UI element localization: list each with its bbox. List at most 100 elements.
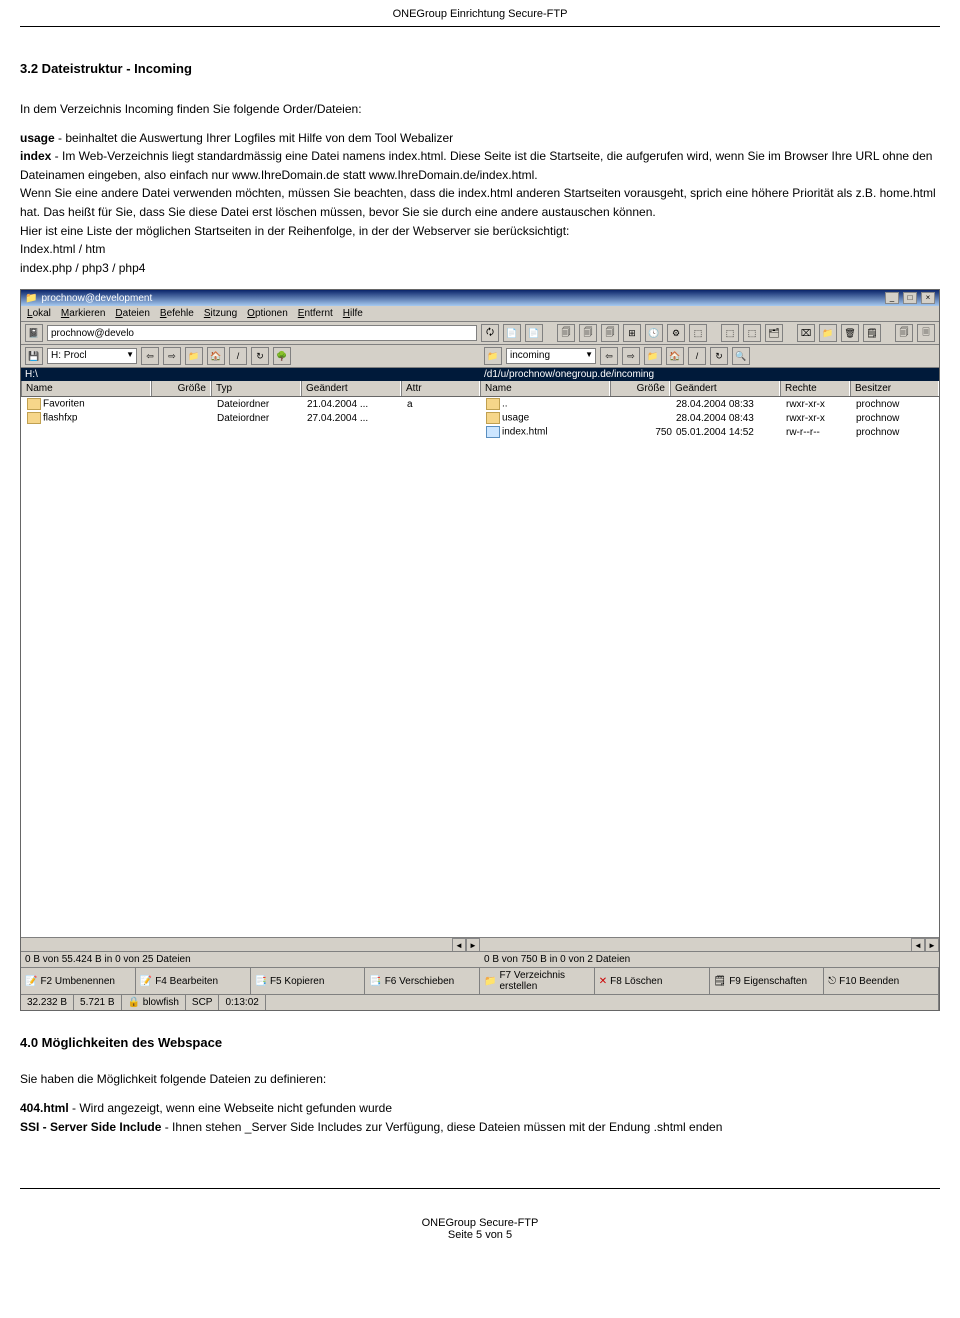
tb-btn-18[interactable]: 🗐 xyxy=(895,324,913,342)
stat-5: 0:13:02 xyxy=(219,995,265,1010)
tb-btn-6[interactable]: 🗐 xyxy=(601,324,619,342)
scroll-left-icon[interactable]: ◄ xyxy=(452,938,466,952)
left-nav-up[interactable]: ⇦ xyxy=(141,347,159,365)
left-drive-icon[interactable]: 💾 xyxy=(25,347,43,365)
menu-lokal[interactable]: Lokal xyxy=(27,308,51,319)
menu-optionen[interactable]: Optionen xyxy=(247,308,288,319)
f7-mkdir[interactable]: 📁F7 Verzeichnis erstellen xyxy=(480,968,595,994)
address-icon[interactable]: 📓 xyxy=(25,324,43,342)
left-status: 0 B von 55.424 B in 0 von 25 Dateien xyxy=(21,951,480,967)
tb-btn-11[interactable]: ⬚ xyxy=(721,324,739,342)
maximize-button[interactable]: □ xyxy=(903,292,917,304)
session-input[interactable] xyxy=(47,325,477,341)
tb-btn-8[interactable]: 🕓 xyxy=(645,324,663,342)
lcol-name[interactable]: Name xyxy=(21,381,151,396)
tb-btn-15[interactable]: 📁 xyxy=(819,324,837,342)
right-filelist[interactable]: .. 28.04.2004 08:33 rwxr-xr-x prochnow u… xyxy=(480,397,939,937)
lcol-typ[interactable]: Typ xyxy=(211,381,301,396)
right-nav-parent[interactable]: 📁 xyxy=(644,347,662,365)
rcol-name[interactable]: Name xyxy=(480,381,610,396)
f9-properties[interactable]: 🗒F9 Eigenschaften xyxy=(710,968,825,994)
list-line-1: Index.html / htm xyxy=(20,242,105,256)
list-item[interactable]: .. 28.04.2004 08:33 rwxr-xr-x prochnow xyxy=(480,397,939,411)
index-label: index xyxy=(20,149,51,163)
menu-entfernt[interactable]: Entfernt xyxy=(298,308,333,319)
left-nav-home[interactable]: 🏠 xyxy=(207,347,225,365)
tb-btn-10[interactable]: ⬚ xyxy=(689,324,707,342)
tb-btn-5[interactable]: 🗐 xyxy=(579,324,597,342)
titlebar[interactable]: 📁 prochnow@development _ □ × xyxy=(21,290,939,306)
scroll-right-icon[interactable]: ► xyxy=(466,938,480,952)
right-folder-icon[interactable]: 📁 xyxy=(484,347,502,365)
list-item[interactable]: flashfxp Dateiordner 27.04.2004 ... xyxy=(21,411,480,425)
tb-btn-13[interactable]: 🗂 xyxy=(765,324,783,342)
404-label: 404.html xyxy=(20,1101,69,1115)
tb-btn-9[interactable]: ⚙ xyxy=(667,324,685,342)
section-4-0-title: 4.0 Möglichkeiten des Webspace xyxy=(20,1035,940,1050)
scroll-left-icon[interactable]: ◄ xyxy=(911,938,925,952)
left-nav-tree[interactable]: 🌳 xyxy=(273,347,291,365)
tb-btn-4[interactable]: 🗐 xyxy=(557,324,575,342)
left-drive-dropdown[interactable]: H: Procl xyxy=(47,348,137,364)
left-nav-refresh[interactable]: ↻ xyxy=(251,347,269,365)
section-3-2-intro: In dem Verzeichnis Incoming finden Sie f… xyxy=(20,100,940,119)
f6-move[interactable]: 📑F6 Verschieben xyxy=(365,968,480,994)
footer-rule xyxy=(20,1188,940,1189)
minimize-button[interactable]: _ xyxy=(885,292,899,304)
right-hscroll[interactable]: ◄ ► xyxy=(480,937,939,951)
ssi-label: SSI - Server Side Include xyxy=(20,1120,161,1134)
right-nav-up[interactable]: ⇦ xyxy=(600,347,618,365)
section-4-0-list: 404.html - Wird angezeigt, wenn eine Web… xyxy=(20,1099,940,1136)
scroll-right-icon[interactable]: ► xyxy=(925,938,939,952)
right-path: /d1/u/prochnow/onegroup.de/incoming xyxy=(480,368,939,381)
close-button[interactable]: × xyxy=(921,292,935,304)
f4-edit[interactable]: 📝F4 Bearbeiten xyxy=(136,968,251,994)
f8-delete[interactable]: ✕F8 Löschen xyxy=(595,968,710,994)
tb-btn-14[interactable]: ⌧ xyxy=(797,324,815,342)
left-hscroll[interactable]: ◄ ► xyxy=(21,937,480,951)
f2-rename[interactable]: 📝F2 Umbenennen xyxy=(21,968,136,994)
lcol-geaendert[interactable]: Geändert xyxy=(301,381,401,396)
menu-dateien[interactable]: Dateien xyxy=(115,308,149,319)
tb-btn-7[interactable]: ⊞ xyxy=(623,324,641,342)
rcol-rechte[interactable]: Rechte xyxy=(780,381,850,396)
doc-header-title: ONEGroup Einrichtung Secure-FTP xyxy=(20,0,940,24)
left-nav-fwd[interactable]: ⇨ xyxy=(163,347,181,365)
list-item[interactable]: index.html 750 05.01.2004 14:52 rw-r--r-… xyxy=(480,425,939,439)
menu-markieren[interactable]: Markieren xyxy=(61,308,105,319)
right-nav-find[interactable]: 🔍 xyxy=(732,347,750,365)
left-path: H:\ xyxy=(21,368,480,381)
header-rule xyxy=(20,26,940,27)
right-folder-dropdown[interactable]: incoming xyxy=(506,348,596,364)
tb-btn-17[interactable]: 🗒 xyxy=(863,324,881,342)
tb-btn-2[interactable]: 📄 xyxy=(503,324,521,342)
tb-btn-16[interactable]: 🗑 xyxy=(841,324,859,342)
usage-label: usage xyxy=(20,131,55,145)
left-nav-root[interactable]: / xyxy=(229,347,247,365)
menu-befehle[interactable]: Befehle xyxy=(160,308,194,319)
tb-btn-19[interactable]: 🗏 xyxy=(917,324,935,342)
right-nav-refresh[interactable]: ↻ xyxy=(710,347,728,365)
f5-copy[interactable]: 📑F5 Kopieren xyxy=(251,968,366,994)
left-filelist[interactable]: Favoriten Dateiordner 21.04.2004 ... a f… xyxy=(21,397,480,937)
right-pane: 📁 incoming ⇦ ⇨ 📁 🏠 / ↻ 🔍 /d1/u/prochnow/… xyxy=(480,345,939,967)
list-item[interactable]: usage 28.04.2004 08:43 rwxr-xr-x prochno… xyxy=(480,411,939,425)
rcol-geaendert[interactable]: Geändert xyxy=(670,381,780,396)
right-nav-home[interactable]: 🏠 xyxy=(666,347,684,365)
f10-quit[interactable]: ⎋F10 Beenden xyxy=(824,968,939,994)
right-nav-root[interactable]: / xyxy=(688,347,706,365)
list-item[interactable]: Favoriten Dateiordner 21.04.2004 ... a xyxy=(21,397,480,411)
rcol-besitzer[interactable]: Besitzer xyxy=(850,381,939,396)
tb-btn-3[interactable]: 📄 xyxy=(525,324,543,342)
stat-3: 🔒 blowfish xyxy=(122,995,186,1010)
menu-sitzung[interactable]: Sitzung xyxy=(204,308,237,319)
rcol-groesse[interactable]: Größe xyxy=(610,381,670,396)
right-nav-fwd[interactable]: ⇨ xyxy=(622,347,640,365)
folder-icon xyxy=(27,412,41,424)
lcol-groesse[interactable]: Größe xyxy=(151,381,211,396)
left-nav-parent[interactable]: 📁 xyxy=(185,347,203,365)
menu-hilfe[interactable]: Hilfe xyxy=(343,308,363,319)
tb-btn-1[interactable]: 🗘 xyxy=(481,324,499,342)
tb-btn-12[interactable]: ⬚ xyxy=(743,324,761,342)
lcol-attr[interactable]: Attr xyxy=(401,381,480,396)
